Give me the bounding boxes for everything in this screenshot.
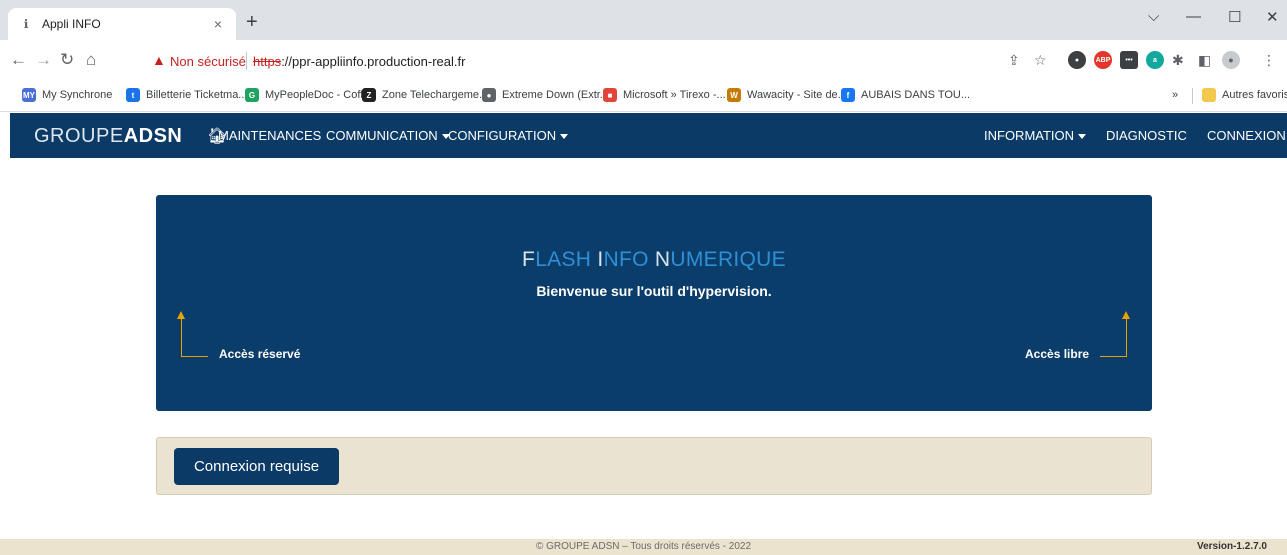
bookmark-favicon-icon: W [727, 88, 741, 102]
tab-search-chevron-icon[interactable]: ⌵ [1148, 8, 1159, 25]
bookmarks-more-icon[interactable]: » [1172, 86, 1178, 104]
bookmark-favicon-icon: f [841, 88, 855, 102]
caret-down-icon [1078, 134, 1087, 140]
tab-close-icon[interactable]: × [210, 16, 226, 32]
nav-configuration[interactable]: CONFIGURATION [448, 128, 569, 143]
app-favicon-icon: ℹ [23, 17, 29, 31]
page-footer: © GROUPE ADSN – Tous droits réservés - 2… [0, 539, 1287, 555]
bookmark-label: Billetterie Ticketma... [146, 89, 248, 101]
bookmark-item[interactable]: ■ Microsoft » Tirexo -... [603, 86, 726, 104]
other-bookmarks[interactable]: Autres favoris [1202, 86, 1287, 104]
title-letter-f: F [522, 248, 536, 271]
title-nfo: NFO [603, 248, 655, 271]
login-required-button[interactable]: Connexion requise [174, 448, 339, 485]
extension-dots-icon[interactable]: ••• [1120, 51, 1138, 69]
back-arrow-icon[interactable]: ← [10, 50, 27, 70]
profile-avatar-icon[interactable]: ● [1222, 51, 1240, 69]
bookmark-favicon-icon: MY [22, 88, 36, 102]
adblock-extension-icon[interactable]: ABP [1094, 51, 1112, 69]
brand-logo[interactable]: GROUPEADSN [34, 125, 182, 148]
footer-copyright: © GROUPE ADSN – Tous droits réservés - 2… [535, 541, 752, 552]
nav-communication[interactable]: COMMUNICATION [326, 128, 450, 143]
bookmark-label: AUBAIS DANS TOU... [861, 89, 971, 101]
login-required-box: Connexion requise [156, 437, 1152, 495]
side-panel-icon[interactable]: ◧ [1198, 52, 1211, 69]
share-icon[interactable]: ⇪ [1008, 52, 1020, 69]
url-scheme: https [253, 54, 282, 69]
arrow-left-stem [181, 317, 182, 357]
app-version: Version-1.2.7.0 [1196, 541, 1267, 552]
bookmark-item[interactable]: t Billetterie Ticketma... [126, 86, 247, 104]
url-host: ://ppr-appliinfo.production-real.fr [281, 54, 466, 69]
bookmark-item[interactable]: G MyPeopleDoc - Coff... [245, 86, 372, 104]
bookmark-label: Wawacity - Site de... [747, 89, 847, 101]
bookmark-item[interactable]: f AUBAIS DANS TOU... [841, 86, 970, 104]
bookmark-favicon-icon: ■ [603, 88, 617, 102]
hero-title: FLASH INFO NUMERIQUE [156, 248, 1152, 272]
security-label[interactable]: Non sécurisé [170, 54, 246, 69]
title-umerique: UMERIQUE [670, 248, 786, 271]
access-reserved-link[interactable]: Accès réservé [219, 347, 300, 361]
url-separator [246, 52, 247, 70]
folder-icon [1202, 88, 1216, 102]
bookmarks-separator [1192, 88, 1193, 104]
hero-subtitle: Bienvenue sur l'outil d'hypervision. [536, 283, 772, 299]
security-warning-icon[interactable]: ▲ [152, 52, 166, 68]
nav-connexion[interactable]: CONNEXION [1207, 128, 1286, 143]
reload-icon[interactable]: ↻ [60, 50, 74, 70]
arrow-right-base [1100, 356, 1127, 357]
bookmark-label: Zone Telechargeme... [382, 89, 489, 101]
nav-information-label: INFORMATION [984, 128, 1075, 143]
bookmark-favicon-icon: ● [482, 88, 496, 102]
home-icon[interactable]: ⌂ [86, 50, 96, 70]
nav-configuration-label: CONFIGURATION [448, 128, 557, 143]
arrow-up-right-icon [1122, 311, 1130, 319]
title-letter-n: N [654, 248, 671, 271]
bookmark-item[interactable]: MY My Synchrone [22, 86, 112, 104]
bookmark-label: Microsoft » Tirexo -... [623, 89, 726, 101]
bookmark-item[interactable]: ● Extreme Down (Extr... [482, 86, 609, 104]
extension-a-icon[interactable]: a [1146, 51, 1164, 69]
browser-tab-strip: ℹ Appli INFO × + ⌵ — ☐ ✕ [0, 0, 1287, 40]
other-bookmarks-label: Autres favoris [1222, 89, 1287, 101]
flash-info-panel: FLASH INFO NUMERIQUE Bienvenue sur l'out… [156, 195, 1152, 411]
maximize-icon[interactable]: ☐ [1228, 8, 1241, 26]
minimize-icon[interactable]: — [1186, 8, 1201, 25]
arrow-left-base [181, 356, 208, 357]
bookmark-label: My Synchrone [42, 89, 113, 101]
bookmark-star-icon[interactable]: ☆ [1034, 52, 1047, 69]
arrow-right-stem [1126, 317, 1127, 357]
window-close-icon[interactable]: ✕ [1266, 8, 1279, 26]
menu-kebab-icon[interactable]: ⋮ [1262, 52, 1276, 69]
nav-maintenances[interactable]: MAINTENANCES [218, 128, 321, 143]
new-tab-button[interactable]: + [246, 12, 258, 32]
extensions-puzzle-icon[interactable]: ✱ [1172, 52, 1184, 69]
bookmark-favicon-icon: G [245, 88, 259, 102]
browser-tab[interactable]: ℹ Appli INFO × [8, 8, 236, 40]
bookmark-label: Extreme Down (Extr... [502, 89, 609, 101]
forward-arrow-icon[interactable]: → [35, 50, 52, 70]
caret-down-icon [560, 134, 569, 140]
brand-bold: ADSN [123, 125, 183, 147]
nav-diagnostic[interactable]: DIAGNOSTIC [1106, 128, 1187, 143]
extension-globe-icon[interactable]: ● [1068, 51, 1086, 69]
title-lash: LASH [535, 248, 598, 271]
tab-title: Appli INFO [42, 17, 101, 31]
nav-communication-label: COMMUNICATION [326, 128, 438, 143]
access-free-link[interactable]: Accès libre [1025, 347, 1089, 361]
url-text[interactable]: https://ppr-appliinfo.production-real.fr [253, 54, 465, 69]
bookmark-label: MyPeopleDoc - Coff... [265, 89, 373, 101]
brand-light: GROUPE [34, 125, 124, 147]
bookmark-favicon-icon: Z [362, 88, 376, 102]
bookmark-item[interactable]: W Wawacity - Site de... [727, 86, 847, 104]
app-navbar: GROUPEADSN 🏠︎ MAINTENANCES COMMUNICATION… [10, 113, 1287, 158]
nav-information[interactable]: INFORMATION [984, 128, 1087, 143]
bookmark-item[interactable]: Z Zone Telechargeme... [362, 86, 488, 104]
bookmark-favicon-icon: t [126, 88, 140, 102]
